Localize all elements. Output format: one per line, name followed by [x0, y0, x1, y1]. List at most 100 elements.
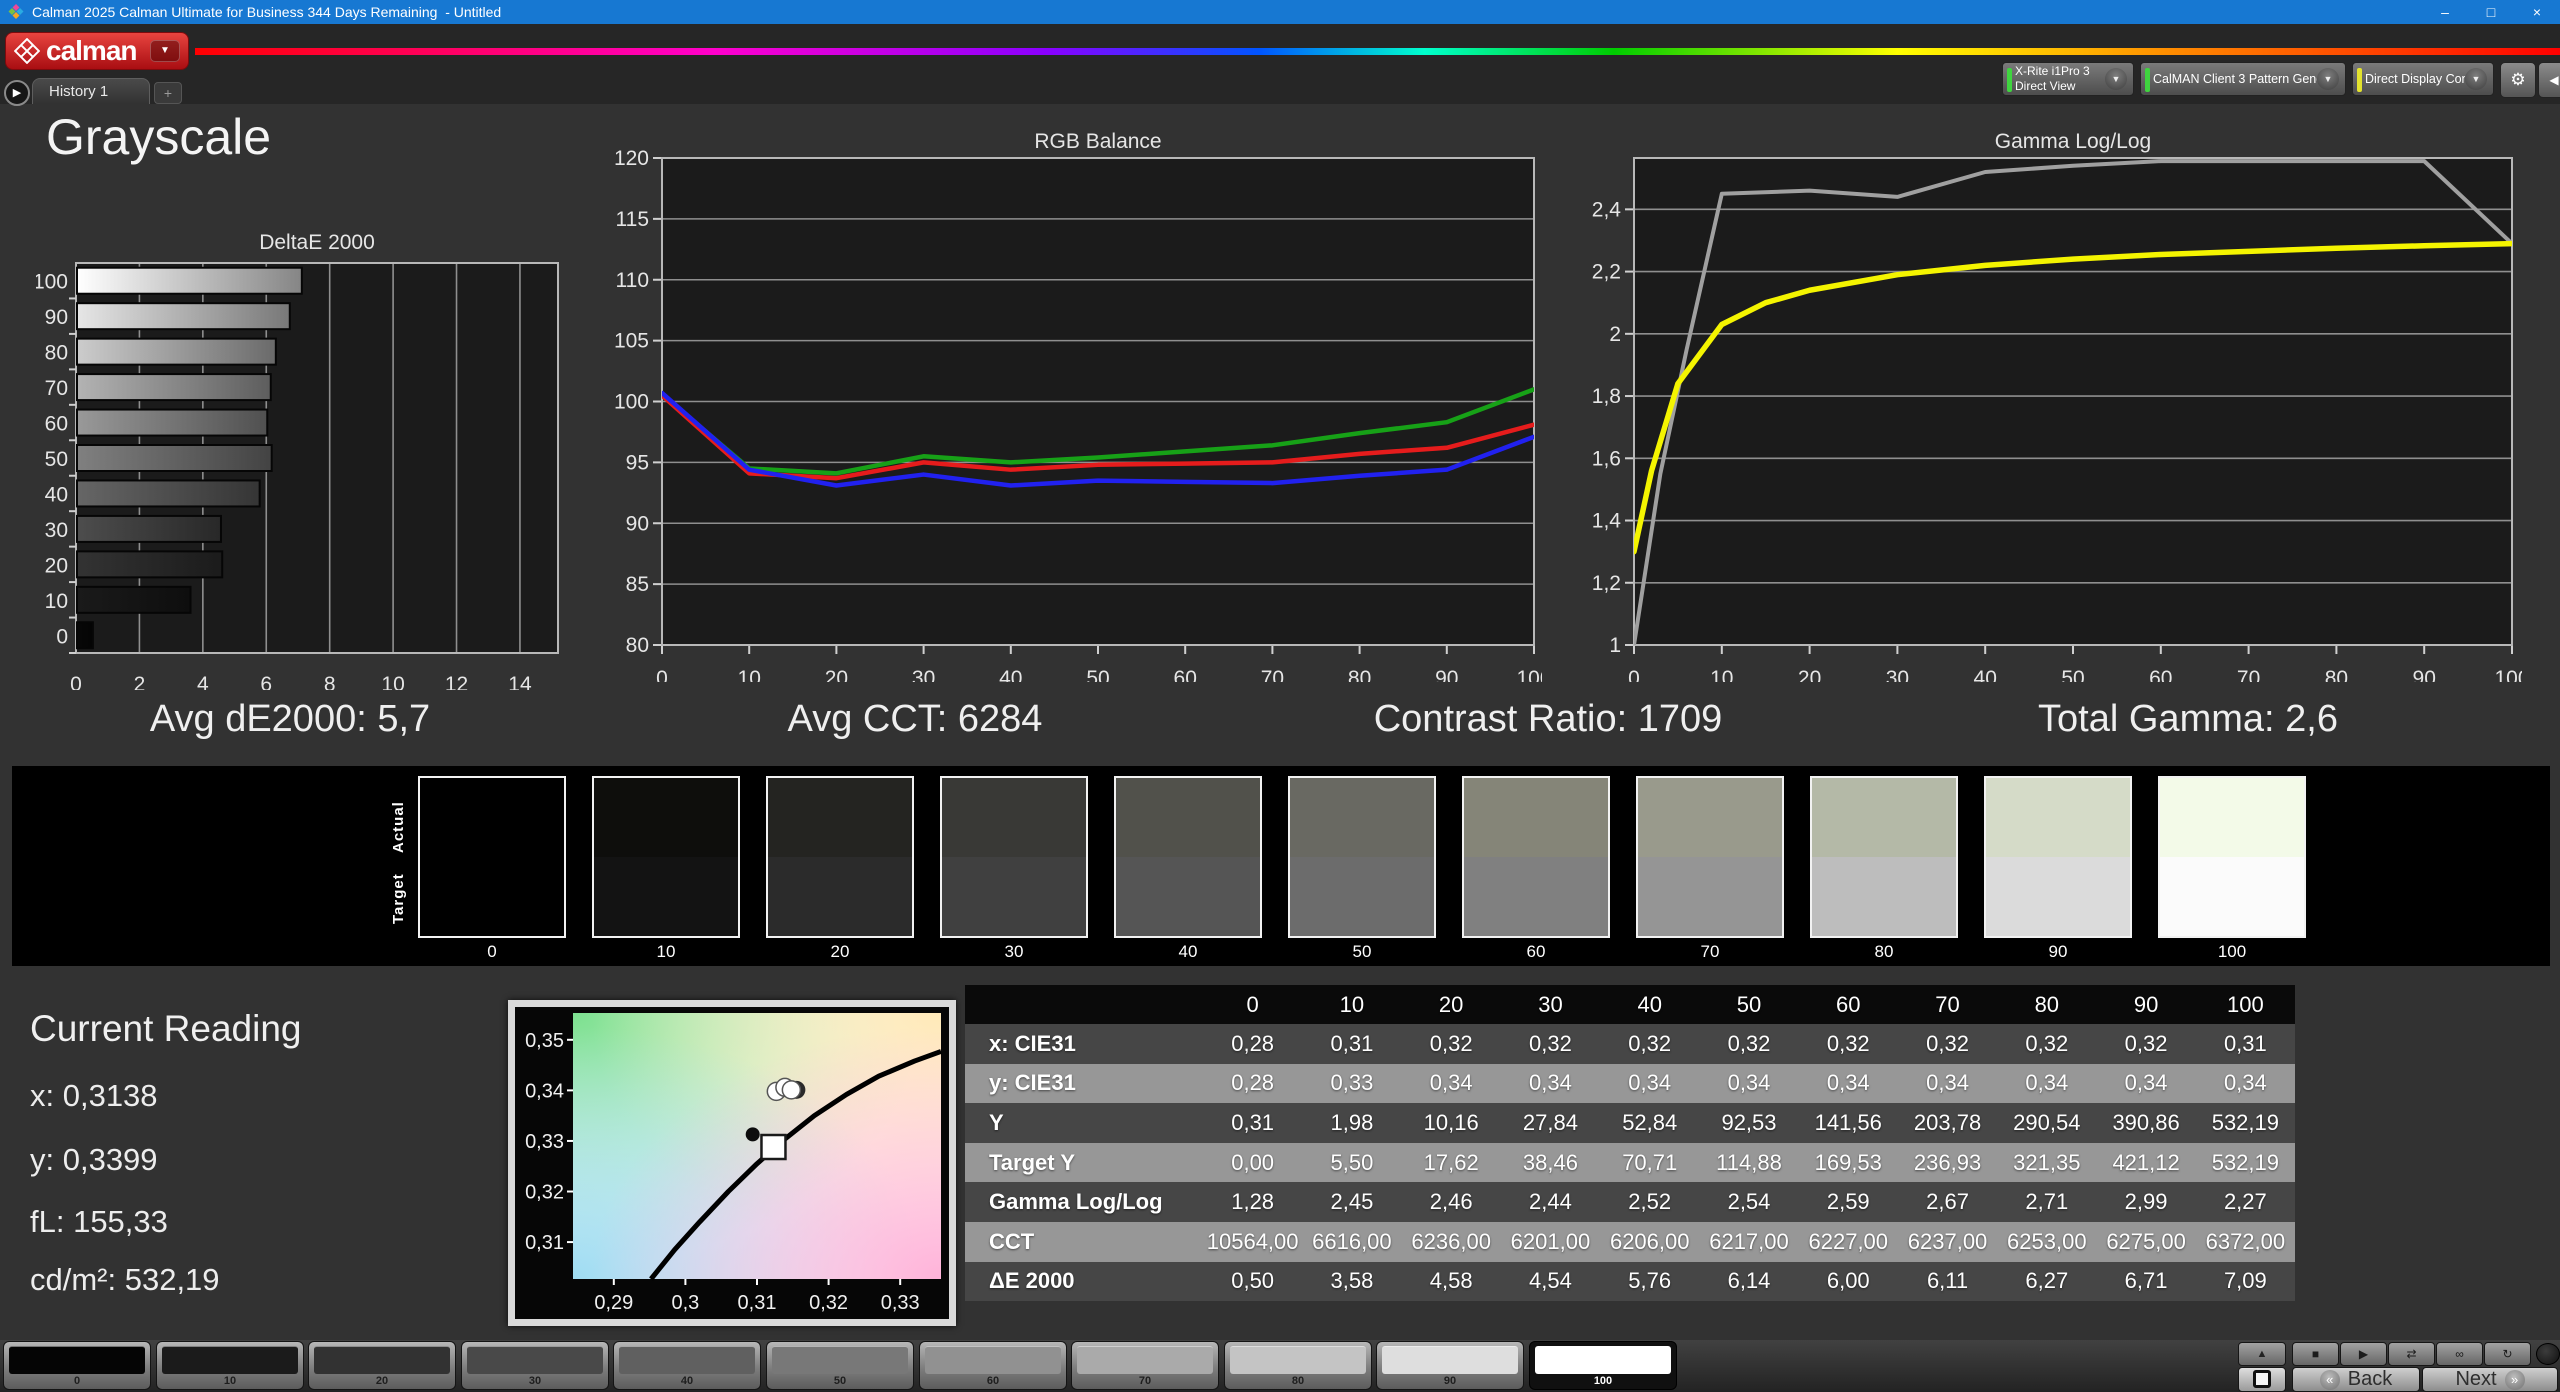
svg-text:100: 100: [2494, 667, 2522, 682]
table-col-header: 60: [1798, 985, 1898, 1024]
table-cell: 6,14: [1699, 1261, 1799, 1302]
workflow-nav-button[interactable]: ▶: [4, 80, 30, 106]
measured-white-point-marker: [781, 1080, 802, 1100]
patch-label: 100: [1593, 1375, 1613, 1387]
pattern-window-button[interactable]: [2238, 1367, 2286, 1392]
minimize-button[interactable]: –: [2422, 0, 2468, 24]
patch-chip: [314, 1346, 450, 1374]
svg-text:40: 40: [45, 483, 68, 506]
table-cell: 2,59: [1798, 1182, 1898, 1222]
pattern-patch-90[interactable]: 90: [1376, 1341, 1524, 1390]
table-col-header: 10: [1302, 985, 1402, 1024]
table-cell: 0,32: [1798, 1024, 1898, 1064]
calman-menu-button[interactable]: calman ▼: [5, 32, 189, 70]
patch-label: 10: [223, 1375, 237, 1387]
svg-text:50: 50: [2061, 667, 2084, 682]
table-cell: 1,28: [1203, 1182, 1303, 1222]
stop-button[interactable]: ■: [2292, 1342, 2339, 1366]
next-button[interactable]: Next »: [2422, 1367, 2558, 1392]
table-cell: 321,35: [1997, 1142, 2097, 1183]
add-tab-button[interactable]: +: [154, 82, 182, 104]
pattern-patch-40[interactable]: 40: [613, 1341, 761, 1390]
reading-cdm2: cd/m²: 532,19: [30, 1262, 220, 1297]
table-row-label: CCT: [965, 1221, 1203, 1262]
calman-diamond-icon: [14, 38, 40, 64]
svg-text:60: 60: [1174, 667, 1197, 682]
pattern-patch-100[interactable]: 100: [1529, 1341, 1677, 1390]
swatch-target: [594, 857, 738, 936]
swatch-label: 30: [1004, 942, 1024, 961]
deltae-svg: DeltaE 20000 2 4 6 8 10 12 14100908070605040302…: [33, 231, 559, 696]
pattern-patch-50[interactable]: 50: [766, 1341, 914, 1390]
pattern-patch-20[interactable]: 20: [308, 1341, 456, 1390]
play-button[interactable]: ▶: [2340, 1342, 2387, 1366]
pattern-source-dropdown[interactable]: CalMAN Client 3 Pattern Generator ▼: [2140, 62, 2346, 96]
pattern-patch-0[interactable]: 0: [3, 1341, 151, 1390]
table-cell: 0,32: [1699, 1024, 1799, 1064]
pattern-bar: 0 10 20 30 40 50 60 70 80 90 100 ▲ ■ ▶ ⇄ ∞ ↻ « Back Ne…: [0, 1340, 2560, 1392]
svg-text:90: 90: [626, 512, 649, 535]
table-cell: 2,67: [1897, 1182, 1998, 1222]
table-cell: 10,16: [1401, 1103, 1501, 1143]
swatch-label: 60: [1526, 942, 1546, 961]
table-cell: 1,98: [1302, 1103, 1402, 1143]
svg-text:10: 10: [381, 673, 404, 690]
stat-avg-de2000: Avg dE2000: 5,7: [149, 698, 431, 740]
cie-chromaticity-chart: 0,31 0,32 0,33 0,34 0,35 0,29 0,3 0,31 0,32 0,33: [508, 1000, 956, 1326]
pattern-patch-70[interactable]: 70: [1071, 1341, 1219, 1390]
table-cell: 3,58: [1302, 1261, 1402, 1302]
meter-source-dropdown[interactable]: X-Rite i1Pro 3 Direct View ▼: [2002, 62, 2134, 96]
maximize-button[interactable]: □: [2468, 0, 2514, 24]
pattern-patch-10[interactable]: 10: [156, 1341, 304, 1390]
table-col-header: 40: [1600, 985, 1700, 1024]
swatch-target: [1290, 857, 1434, 936]
swatch-target: [420, 857, 564, 936]
swatch-50: [1288, 776, 1436, 938]
table-row-label: y: CIE31: [965, 1063, 1203, 1104]
swatch-target: [768, 857, 912, 936]
close-button[interactable]: ×: [2514, 0, 2560, 24]
pattern-patch-80[interactable]: 80: [1224, 1341, 1372, 1390]
svg-text:105: 105: [614, 330, 649, 353]
refresh-button[interactable]: ↻: [2484, 1342, 2531, 1366]
table-cell: 0,34: [1897, 1063, 1998, 1104]
pattern-patch-60[interactable]: 60: [919, 1341, 1067, 1390]
patch-label: 60: [986, 1375, 1000, 1387]
svg-text:80: 80: [626, 634, 649, 657]
pattern-patch-30[interactable]: 30: [461, 1341, 609, 1390]
svg-text:20: 20: [1798, 667, 1821, 682]
window-titlebar: Calman 2025 Calman Ultimate for Business…: [0, 0, 2560, 24]
rgb-balance-chart: RGB Balance 80 85 90 95 100 105 110 115 120 0 10 20 3…: [612, 122, 1552, 690]
table-cell: 6237,00: [1897, 1221, 1998, 1262]
svg-text:0: 0: [56, 625, 68, 648]
reading-fl: fL: 155,33: [30, 1204, 168, 1239]
table-cell: 6,00: [1798, 1261, 1898, 1302]
chevron-down-icon: ▼: [2317, 68, 2339, 90]
tab-history-1[interactable]: History 1: [32, 78, 150, 104]
pattern-panel-up-button[interactable]: ▲: [2238, 1342, 2286, 1366]
back-label: Back: [2347, 1368, 2393, 1390]
settings-gear-button[interactable]: ⚙: [2500, 62, 2536, 98]
patch-chip: [162, 1346, 298, 1374]
back-button[interactable]: « Back: [2292, 1367, 2420, 1392]
swatch-label: 0: [487, 942, 497, 961]
table-cell: 6206,00: [1600, 1221, 1700, 1262]
display-control-dropdown[interactable]: Direct Display Control ▼: [2352, 62, 2494, 96]
table-cell: 0,32: [1997, 1024, 2097, 1064]
continuous-measure-button[interactable]: ∞: [2436, 1342, 2483, 1366]
table-cell: 5,50: [1302, 1142, 1402, 1183]
collapse-panel-button[interactable]: ◀: [2538, 62, 2560, 98]
window-title: Calman 2025 Calman Ultimate for Business…: [32, 4, 502, 20]
stat-avg-cct: Avg CCT: 6284: [787, 698, 1043, 740]
step-pattern-button[interactable]: ⇄: [2388, 1342, 2435, 1366]
svg-text:20: 20: [45, 554, 68, 577]
table-row-label: x: CIE31: [965, 1024, 1203, 1064]
swatch-target: [1812, 857, 1956, 936]
svg-text:1: 1: [1609, 634, 1621, 657]
swatch-70: [1636, 776, 1784, 938]
table-cell: 0,34: [1798, 1063, 1898, 1104]
gear-icon: ⚙: [2510, 70, 2526, 89]
swatch-target: [942, 857, 1086, 936]
svg-text:0,32: 0,32: [525, 1182, 564, 1204]
svg-text:85: 85: [626, 573, 649, 596]
